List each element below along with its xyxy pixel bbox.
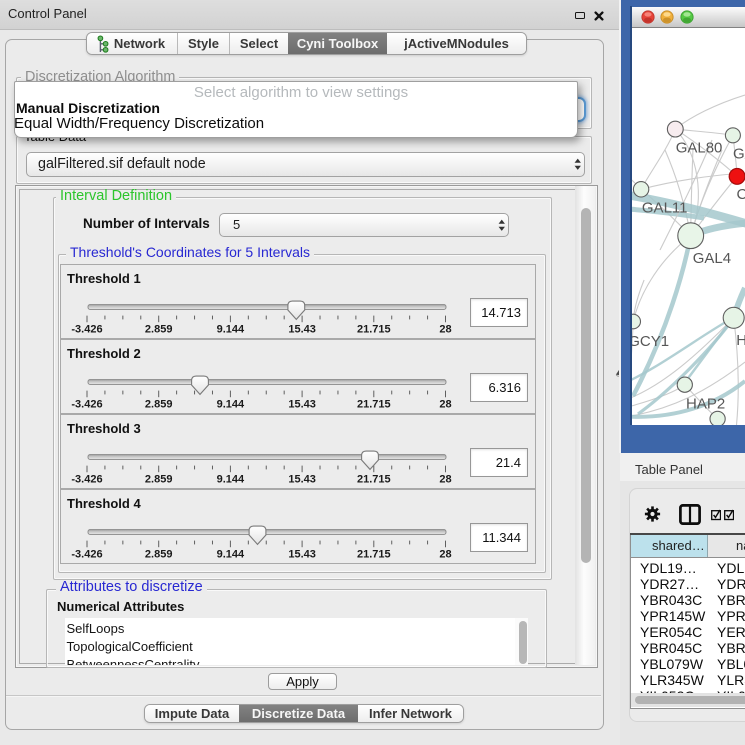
svg-text:GAL4: GAL4 xyxy=(693,250,731,267)
svg-text:2.859: 2.859 xyxy=(145,549,173,561)
svg-text:9.144: 9.144 xyxy=(217,324,245,336)
svg-text:28: 28 xyxy=(439,324,451,336)
svg-text:2.859: 2.859 xyxy=(145,399,173,411)
svg-text:28: 28 xyxy=(439,474,451,486)
svg-text:C: C xyxy=(737,186,745,203)
svg-text:15.43: 15.43 xyxy=(288,399,316,411)
svg-text:15.43: 15.43 xyxy=(288,474,316,486)
svg-text:HAP2: HAP2 xyxy=(686,396,725,413)
svg-text:28: 28 xyxy=(439,549,451,561)
svg-text:GAL11: GAL11 xyxy=(642,199,688,216)
svg-text:-3.426: -3.426 xyxy=(71,399,102,411)
svg-text:-3.426: -3.426 xyxy=(71,474,102,486)
svg-text:28: 28 xyxy=(439,399,451,411)
svg-text:9.144: 9.144 xyxy=(217,474,245,486)
svg-text:21.715: 21.715 xyxy=(357,324,391,336)
svg-text:15.43: 15.43 xyxy=(288,324,316,336)
svg-text:-3.426: -3.426 xyxy=(71,324,102,336)
svg-text:21.715: 21.715 xyxy=(357,474,391,486)
svg-text:-3.426: -3.426 xyxy=(71,549,102,561)
svg-text:9.144: 9.144 xyxy=(217,549,245,561)
svg-text:2.859: 2.859 xyxy=(145,474,173,486)
svg-text:GAL80: GAL80 xyxy=(676,140,723,157)
svg-text:21.715: 21.715 xyxy=(357,399,391,411)
svg-text:GCY1: GCY1 xyxy=(632,333,669,350)
svg-text:21.715: 21.715 xyxy=(357,549,391,561)
svg-text:9.144: 9.144 xyxy=(217,399,245,411)
svg-text:15.43: 15.43 xyxy=(288,549,316,561)
svg-text:GA: GA xyxy=(733,146,745,163)
svg-text:H: H xyxy=(736,332,745,349)
svg-text:2.859: 2.859 xyxy=(145,324,173,336)
